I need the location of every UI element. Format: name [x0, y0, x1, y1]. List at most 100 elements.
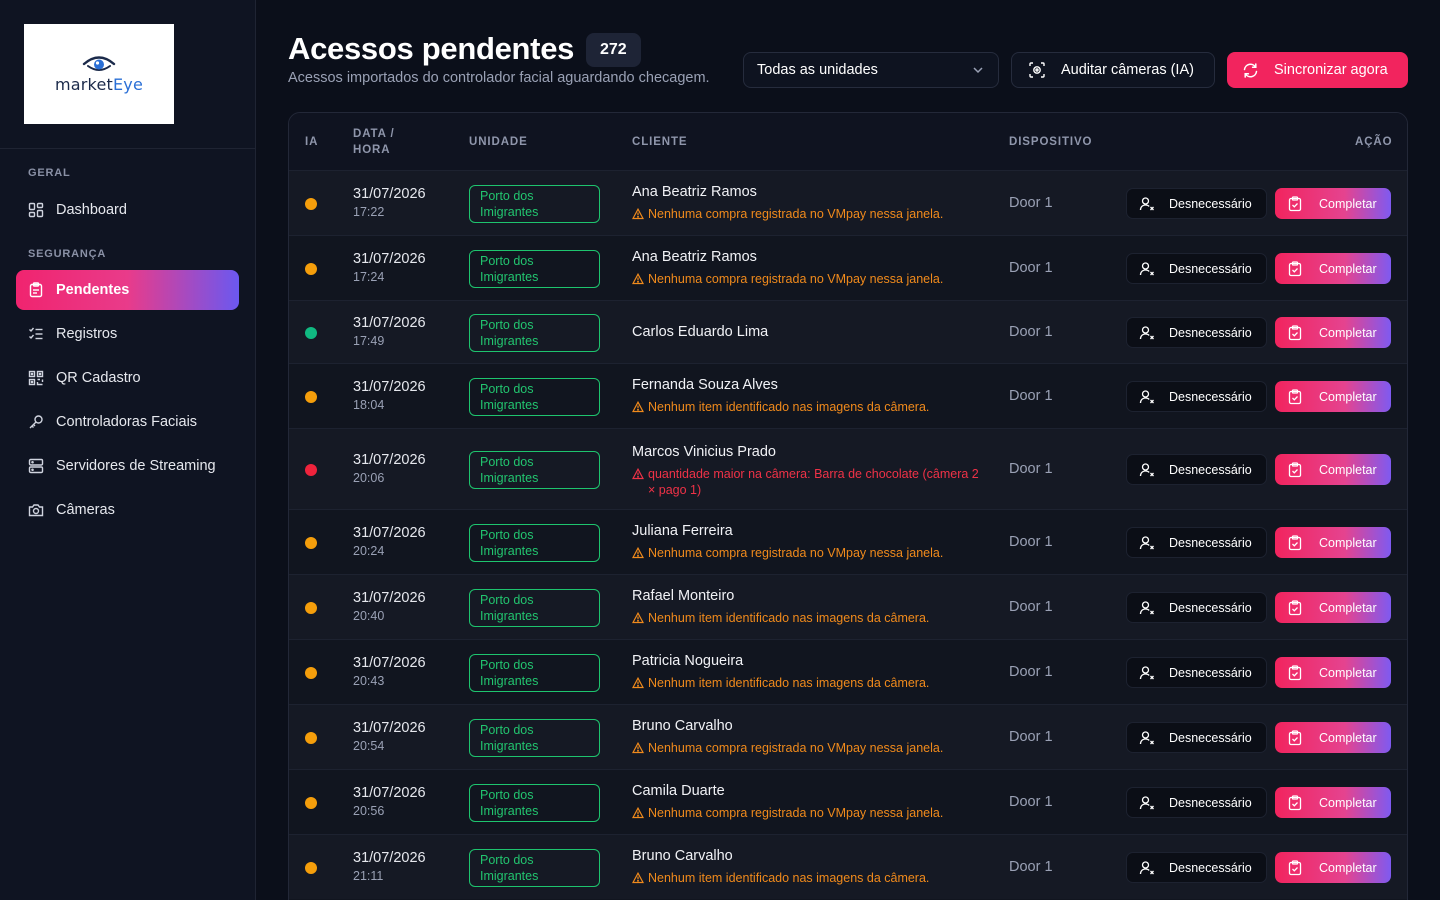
clipboard-check-icon [1288, 324, 1302, 340]
client-name: Ana Beatriz Ramos [632, 184, 757, 200]
unneeded-label: Desnecessário [1169, 261, 1252, 276]
row-date: 31/07/2026 [353, 850, 426, 866]
complete-button[interactable]: Completar [1275, 527, 1391, 558]
unneeded-button[interactable]: Desnecessário [1126, 852, 1267, 883]
complete-button[interactable]: Completar [1275, 722, 1391, 753]
device-name: Door 1 [1009, 664, 1053, 680]
sidebar-item-label: Controladoras Faciais [56, 414, 198, 430]
sidebar-item-registros[interactable]: Registros [16, 314, 239, 354]
brand-logo[interactable]: marketEye [24, 24, 174, 124]
complete-button[interactable]: Completar [1275, 787, 1391, 818]
unneeded-button[interactable]: Desnecessário [1126, 317, 1267, 348]
complete-button[interactable]: Completar [1275, 454, 1391, 485]
sidebar-item-servidores-streaming[interactable]: Servidores de Streaming [16, 446, 239, 486]
sidebar-item-label: Dashboard [56, 202, 127, 218]
checklist-icon [29, 327, 43, 340]
row-date: 31/07/2026 [353, 251, 426, 267]
user-x-icon [1139, 535, 1154, 549]
sidebar-item-label: Registros [56, 326, 118, 342]
complete-label: Completar [1319, 535, 1377, 550]
unneeded-label: Desnecessário [1169, 795, 1252, 810]
complete-label: Completar [1319, 325, 1377, 340]
unit-badge: Porto dos Imigrantes [469, 654, 600, 692]
sidebar-item-pendentes[interactable]: Pendentes [16, 270, 239, 310]
unit-badge: Porto dos Imigrantes [469, 314, 600, 352]
user-x-icon [1139, 196, 1154, 210]
user-x-icon [1139, 860, 1154, 874]
device-name: Door 1 [1009, 388, 1053, 404]
page-subtitle: Acessos importados do controlador facial… [288, 70, 710, 86]
unneeded-button[interactable]: Desnecessário [1126, 787, 1267, 818]
unneeded-label: Desnecessário [1169, 600, 1252, 615]
row-time: 20:06 [353, 471, 385, 485]
user-x-icon [1139, 795, 1154, 809]
table-row: 31/07/2026 18:04 Porto dos Imigrantes Fernan… [289, 363, 1407, 428]
row-time: 17:22 [353, 205, 385, 219]
complete-button[interactable]: Completar [1275, 317, 1391, 348]
device-name: Door 1 [1009, 324, 1053, 340]
table-row: 31/07/2026 17:22 Porto dos Imigrantes Ana Be… [289, 170, 1407, 235]
client-name: Patricia Nogueira [632, 653, 744, 669]
row-date: 31/07/2026 [353, 186, 426, 202]
ia-warning: Nenhum item identificado nas imagens da … [632, 870, 982, 886]
complete-button[interactable]: Completar [1275, 253, 1391, 284]
unneeded-label: Desnecessário [1169, 535, 1252, 550]
user-x-icon [1139, 730, 1154, 744]
complete-button[interactable]: Completar [1275, 188, 1391, 219]
clipboard-check-icon [1288, 534, 1302, 550]
client-name: Camila Duarte [632, 783, 725, 799]
unneeded-label: Desnecessário [1169, 196, 1252, 211]
ia-status-dot [305, 391, 317, 403]
unneeded-button[interactable]: Desnecessário [1126, 527, 1267, 558]
user-x-icon [1139, 389, 1154, 403]
page-title: Acessos pendentes [288, 31, 575, 66]
complete-label: Completar [1319, 196, 1377, 211]
sidebar-item-label: Câmeras [56, 502, 115, 518]
device-name: Door 1 [1009, 794, 1053, 810]
unit-select[interactable]: Todas as unidades [743, 52, 999, 88]
client-name: Marcos Vinicius Prado [632, 444, 776, 460]
warning-icon [632, 677, 644, 689]
clipboard-check-icon [1288, 388, 1302, 404]
audit-cameras-button[interactable]: Auditar câmeras (IA) [1011, 52, 1215, 88]
sync-now-button[interactable]: Sincronizar agora [1227, 52, 1408, 88]
sidebar-item-qr-cadastro[interactable]: QR Cadastro [16, 358, 239, 398]
unneeded-button[interactable]: Desnecessário [1126, 381, 1267, 412]
dashboard-icon [28, 202, 44, 218]
sidebar-divider [0, 148, 255, 149]
ia-status-dot [305, 732, 317, 744]
complete-label: Completar [1319, 261, 1377, 276]
clipboard-check-icon [1288, 729, 1302, 745]
unneeded-button[interactable]: Desnecessário [1126, 188, 1267, 219]
sidebar-item-dashboard[interactable]: Dashboard [16, 190, 239, 230]
complete-button[interactable]: Completar [1275, 592, 1391, 623]
unneeded-button[interactable]: Desnecessário [1126, 253, 1267, 284]
device-name: Door 1 [1009, 599, 1053, 615]
sidebar-item-cameras[interactable]: Câmeras [16, 490, 239, 530]
ia-warning: Nenhum item identificado nas imagens da … [632, 675, 982, 691]
complete-button[interactable]: Completar [1275, 852, 1391, 883]
unneeded-label: Desnecessário [1169, 860, 1252, 875]
section-label-geral: GERAL [28, 167, 71, 179]
table-row: 31/07/2026 20:56 Porto dos Imigrantes Camila… [289, 769, 1407, 834]
unneeded-button[interactable]: Desnecessário [1126, 657, 1267, 688]
complete-button[interactable]: Completar [1275, 657, 1391, 688]
section-label-seguranca: SEGURANÇA [28, 248, 107, 260]
row-date: 31/07/2026 [353, 785, 426, 801]
warning-icon [632, 273, 644, 285]
client-name: Bruno Carvalho [632, 718, 733, 734]
device-name: Door 1 [1009, 729, 1053, 745]
unit-select-value: Todas as unidades [757, 62, 878, 78]
unneeded-button[interactable]: Desnecessário [1126, 454, 1267, 485]
unit-badge: Porto dos Imigrantes [469, 589, 600, 627]
user-x-icon [1139, 261, 1154, 275]
sidebar-item-controladoras-faciais[interactable]: Controladoras Faciais [16, 402, 239, 442]
unneeded-button[interactable]: Desnecessário [1126, 722, 1267, 753]
unneeded-button[interactable]: Desnecessário [1126, 592, 1267, 623]
sidebar: marketEye GERAL Dashboard SEGURANÇA Pend… [0, 0, 256, 900]
complete-button[interactable]: Completar [1275, 381, 1391, 412]
complete-label: Completar [1319, 600, 1377, 615]
table-row: 31/07/2026 17:49 Porto dos Imigrantes Carlos… [289, 300, 1407, 363]
warning-icon [632, 807, 644, 819]
audit-cameras-label: Auditar câmeras (IA) [1061, 62, 1194, 78]
